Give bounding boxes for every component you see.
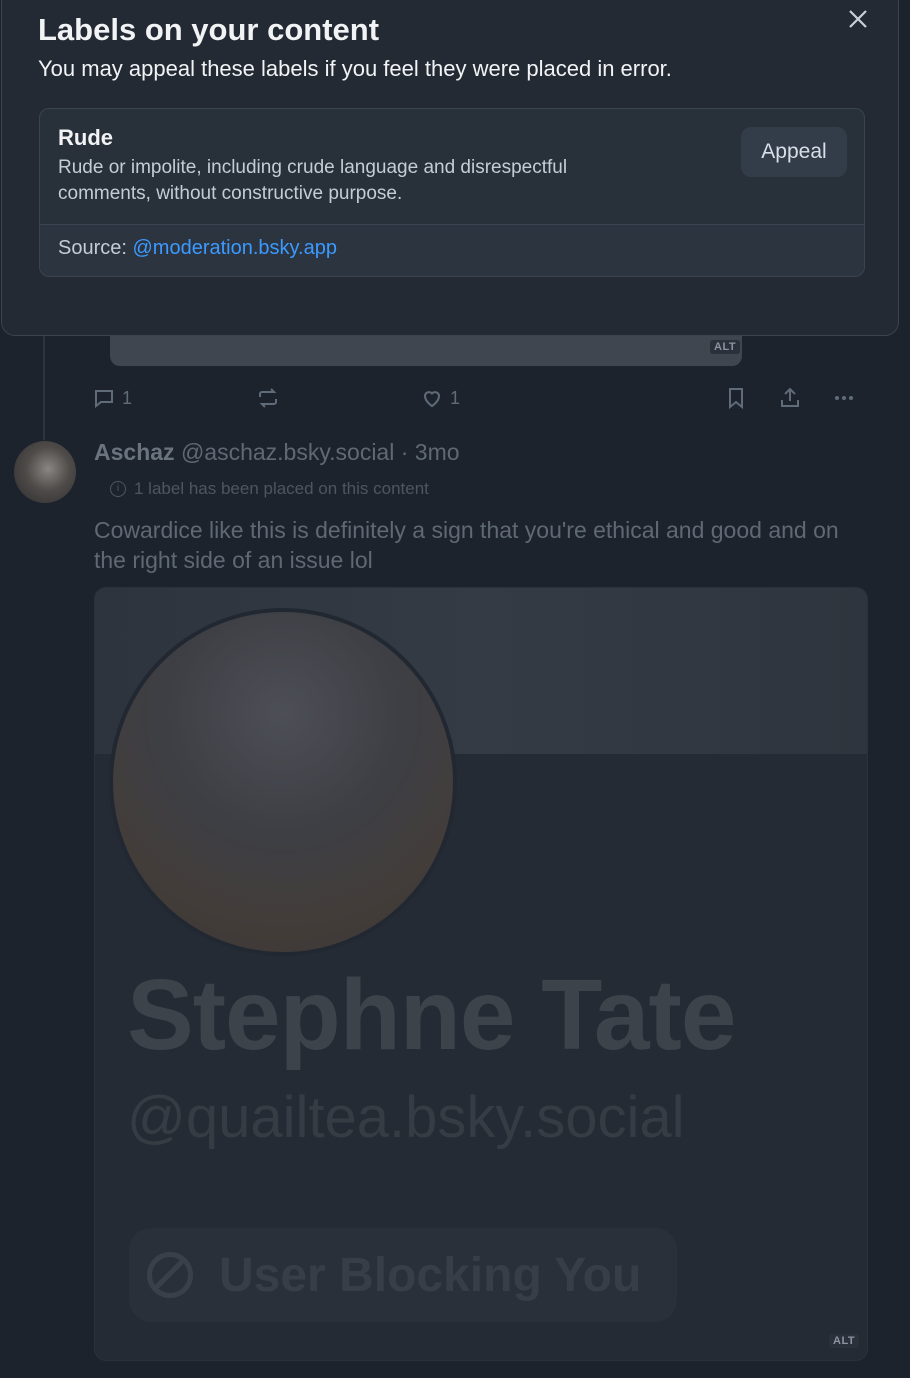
label-description: Rude or impolite, including crude langua… xyxy=(58,157,568,204)
dialog-subtitle: You may appeal these labels if you feel … xyxy=(38,56,672,81)
labels-dialog: Labels on your content You may appeal th… xyxy=(1,0,899,336)
label-source: Source: @moderation.bsky.app xyxy=(58,237,337,260)
like-icon xyxy=(423,391,441,408)
like-button[interactable]: 1 xyxy=(420,386,460,410)
embed-handle: @quailtea.bsky.social xyxy=(127,1085,685,1150)
label-card: Rude Rude or impolite, including crude l… xyxy=(39,108,865,277)
embed-display-name: Stephne Tate xyxy=(127,959,736,1071)
author-handle[interactable]: @aschaz.bsky.social xyxy=(181,439,394,465)
dialog-title: Labels on your content xyxy=(38,12,380,47)
block-status-pill: User Blocking You xyxy=(129,1228,677,1322)
appeal-button[interactable]: Appeal xyxy=(741,127,847,177)
ban-icon xyxy=(147,1252,193,1298)
more-button[interactable] xyxy=(832,386,856,410)
reply-button[interactable]: 1 xyxy=(92,386,132,410)
post-actions: 1 1 xyxy=(92,386,862,416)
label-source-row: Source: @moderation.bsky.app xyxy=(40,225,864,276)
like-count: 1 xyxy=(450,387,461,408)
block-status-text: User Blocking You xyxy=(219,1248,642,1302)
source-link[interactable]: @moderation.bsky.app xyxy=(132,237,336,259)
alt-badge: ALT xyxy=(710,340,741,354)
profile-picture xyxy=(109,608,457,956)
separator: · xyxy=(394,439,415,465)
label-name: Rude xyxy=(58,125,113,150)
label-notice[interactable]: i 1 label has been placed on this conten… xyxy=(110,479,429,499)
source-prefix: Source: xyxy=(58,237,133,259)
share-button[interactable] xyxy=(778,386,802,410)
share-icon xyxy=(781,387,799,407)
label-notice-text: 1 label has been placed on this content xyxy=(134,479,429,498)
post-header: Aschaz @aschaz.bsky.social · 3mo xyxy=(94,439,460,466)
repost-button[interactable] xyxy=(256,386,280,410)
author-name[interactable]: Aschaz xyxy=(94,439,175,465)
post-time[interactable]: 3mo xyxy=(415,439,460,465)
reply-count: 1 xyxy=(122,387,133,408)
more-icon xyxy=(835,396,853,400)
post-text: Cowardice like this is definitely a sign… xyxy=(94,517,839,573)
info-icon: i xyxy=(110,481,126,497)
close-button[interactable] xyxy=(843,4,873,34)
embedded-image[interactable]: Stephne Tate @quailtea.bsky.social User … xyxy=(94,587,868,1361)
repost-icon xyxy=(259,388,277,408)
close-icon xyxy=(849,10,867,28)
bookmark-button[interactable] xyxy=(724,386,748,410)
alt-badge: ALT xyxy=(829,1334,860,1348)
bookmark-icon xyxy=(729,388,743,410)
avatar[interactable] xyxy=(14,441,76,503)
reply-icon xyxy=(95,390,113,409)
thread-line xyxy=(43,330,45,440)
